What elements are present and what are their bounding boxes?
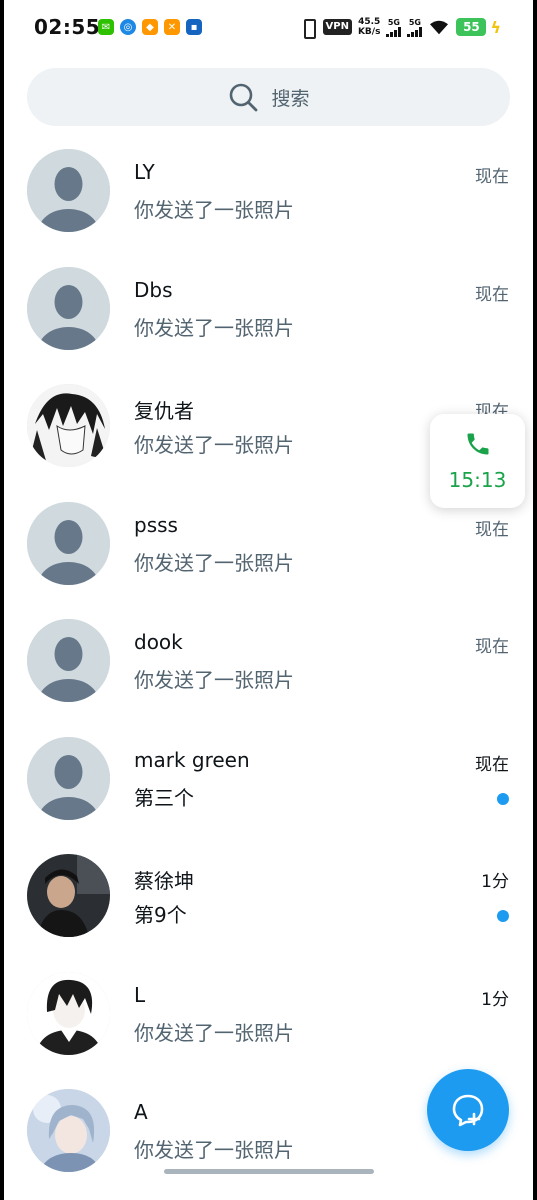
default-avatar bbox=[27, 736, 110, 820]
unread-indicator bbox=[497, 910, 509, 922]
default-avatar bbox=[27, 619, 110, 702]
speed-unit: KB/s bbox=[357, 27, 381, 37]
conversation-preview: 你发送了一张照片 bbox=[134, 668, 294, 692]
anime-avatar bbox=[27, 971, 110, 1055]
default-avatar bbox=[27, 266, 110, 350]
conversation-time: 1分 bbox=[481, 872, 509, 892]
vpn-badge: VPN bbox=[322, 19, 352, 35]
charging-icon: ϟ bbox=[490, 17, 501, 37]
status-bar: 02:55 ✉ ◎ ◆ ✕ ▪ VPN 45.5 KB/s 5G 5G 55 ϟ bbox=[4, 0, 533, 56]
default-avatar bbox=[27, 149, 110, 232]
conversation-time: 现在 bbox=[475, 284, 509, 305]
conversation-list: LY 你发送了一张照片 现在 Dbs 你发送了一张照片 现在 复仇者 你发送了一… bbox=[4, 138, 533, 1196]
conversation-name: L bbox=[134, 982, 146, 1007]
conversation-row[interactable]: psss 你发送了一张照片 现在 bbox=[4, 491, 533, 609]
signal-icon-2: 5G bbox=[407, 17, 423, 37]
default-avatar bbox=[27, 501, 110, 585]
vibrate-icon bbox=[299, 18, 317, 39]
conversation-time: 现在 bbox=[475, 637, 509, 657]
conversation-time: 现在 bbox=[475, 167, 509, 187]
conversation-name: 复仇者 bbox=[134, 399, 194, 423]
conversation-preview: 你发送了一张照片 bbox=[134, 1138, 294, 1162]
conversation-time: 现在 bbox=[475, 519, 509, 540]
taobao-icon: ◆ bbox=[142, 19, 158, 35]
new-message-button[interactable] bbox=[427, 1069, 509, 1151]
conversation-preview: 第三个 bbox=[134, 785, 194, 810]
conversation-preview: 第9个 bbox=[134, 903, 187, 927]
conversation-row[interactable]: LY 你发送了一张照片 现在 bbox=[4, 138, 533, 256]
network-speed: 45.5 KB/s bbox=[358, 17, 380, 37]
conversation-preview: 你发送了一张照片 bbox=[134, 198, 294, 222]
home-indicator[interactable] bbox=[164, 1169, 374, 1174]
conversation-preview: 你发送了一张照片 bbox=[134, 433, 294, 457]
signal-label-1: 5G bbox=[387, 17, 400, 27]
ongoing-call-pill[interactable]: 15:13 bbox=[430, 414, 525, 508]
conversation-row[interactable]: dook 你发送了一张照片 现在 bbox=[4, 608, 533, 726]
wechat-icon: ✉ bbox=[98, 19, 114, 35]
signal-label-2: 5G bbox=[408, 17, 421, 27]
anime-avatar bbox=[27, 384, 110, 467]
tools-icon: ✕ bbox=[164, 19, 180, 35]
search-icon bbox=[230, 83, 258, 112]
phone-icon bbox=[467, 433, 488, 455]
conversation-time: 1分 bbox=[481, 989, 509, 1010]
speed-value: 45.5 bbox=[358, 17, 381, 27]
conversation-time: 现在 bbox=[475, 754, 509, 775]
conversation-row[interactable]: Dbs 你发送了一张照片 现在 bbox=[4, 256, 533, 374]
status-indicators: VPN 45.5 KB/s 5G 5G 55 ϟ bbox=[299, 15, 501, 39]
conversation-name: A bbox=[134, 1100, 148, 1124]
conversation-name: psss bbox=[134, 512, 178, 537]
conversation-row[interactable]: 蔡徐坤 第9个 1分 bbox=[4, 843, 533, 961]
screen: 02:55 ✉ ◎ ◆ ✕ ▪ VPN 45.5 KB/s 5G 5G 55 ϟ… bbox=[4, 0, 533, 1200]
conversation-name: LY bbox=[134, 160, 155, 184]
signal-icon-1: 5G bbox=[386, 17, 402, 37]
new-message-icon bbox=[452, 1094, 484, 1127]
conversation-row[interactable]: L 你发送了一张照片 1分 bbox=[4, 961, 533, 1079]
conversation-preview: 你发送了一张照片 bbox=[134, 550, 294, 575]
call-duration: 15:13 bbox=[448, 468, 507, 492]
notification-icons: ✉ ◎ ◆ ✕ ▪ bbox=[98, 19, 202, 35]
unread-indicator bbox=[497, 792, 509, 805]
wifi-icon bbox=[430, 20, 449, 35]
conversation-row[interactable]: mark green 第三个 现在 bbox=[4, 726, 533, 844]
battery-icon: 55 bbox=[456, 18, 487, 36]
conversation-name: 蔡徐坤 bbox=[134, 869, 194, 893]
conversation-preview: 你发送了一张照片 bbox=[134, 1020, 294, 1045]
chat-icon: ▪ bbox=[186, 19, 202, 35]
conversation-name: Dbs bbox=[134, 277, 173, 302]
photo-avatar bbox=[27, 854, 110, 937]
search-placeholder: 搜索 bbox=[271, 87, 310, 110]
search-bar[interactable]: 搜索 bbox=[27, 68, 510, 126]
conversation-name: mark green bbox=[134, 747, 250, 772]
conversation-name: dook bbox=[134, 630, 183, 654]
browser-icon: ◎ bbox=[120, 19, 136, 35]
status-time: 02:55 bbox=[34, 15, 101, 39]
conversation-preview: 你发送了一张照片 bbox=[134, 315, 294, 340]
anime-avatar bbox=[27, 1089, 110, 1172]
